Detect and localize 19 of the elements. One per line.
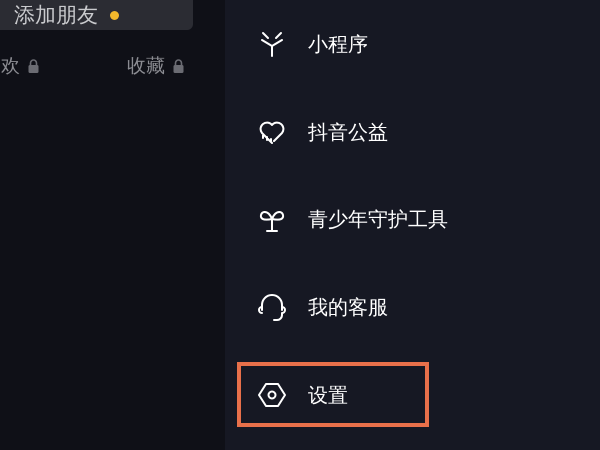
add-friend-button[interactable]: 添加朋友 <box>0 0 193 30</box>
menu-item[interactable]: 设置 <box>237 362 429 427</box>
headset-icon <box>258 292 286 322</box>
menu-item[interactable]: 青少年守护工具 <box>237 187 452 252</box>
menu-label: 我的客服 <box>308 294 388 322</box>
lock-icon <box>173 59 184 74</box>
menu-label: 青少年守护工具 <box>308 206 448 234</box>
menu-label: 小程序 <box>308 31 368 58</box>
tab-label[interactable]: 欢 <box>1 52 20 80</box>
lock-icon <box>28 59 39 74</box>
menu-label: 设置 <box>308 382 348 409</box>
menu-item[interactable]: 我的客服 <box>237 274 392 340</box>
menu-label: 抖音公益 <box>308 118 388 146</box>
sparkle-icon <box>258 30 286 58</box>
heart-icon <box>258 118 286 145</box>
tab-label[interactable]: 收藏 <box>127 52 165 80</box>
settings-icon <box>258 382 286 408</box>
menu-item[interactable]: 小程序 <box>237 12 372 77</box>
menu-item[interactable]: 抖音公益 <box>237 100 392 164</box>
